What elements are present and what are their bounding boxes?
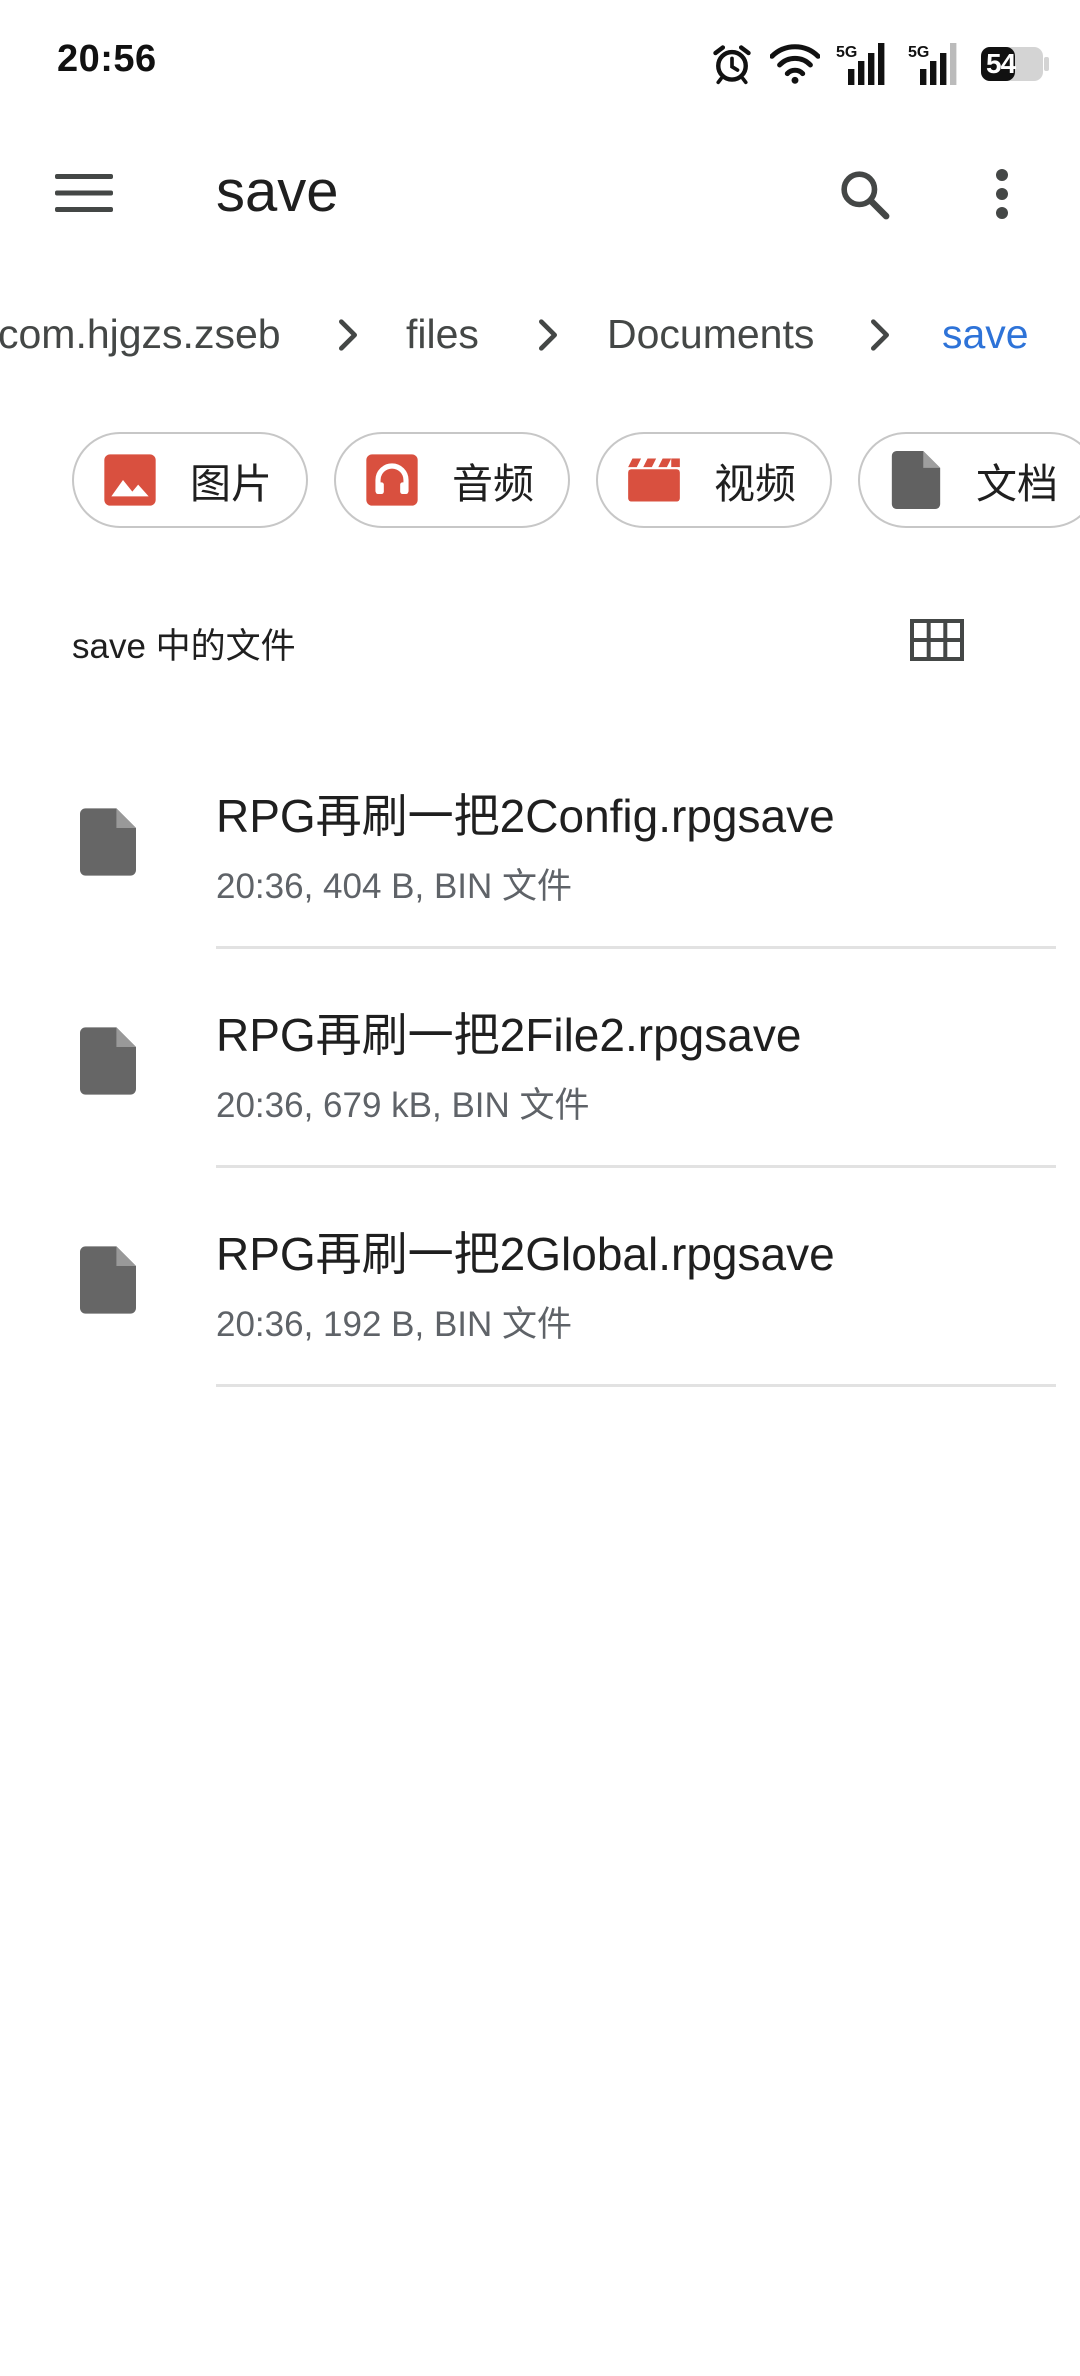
headphones-icon [364, 452, 420, 508]
file-meta: 20:36, 679 kB, BIN 文件 [216, 1086, 590, 1125]
menu-button[interactable] [40, 155, 128, 235]
signal-5g-icon: 5G [908, 41, 964, 87]
file-meta: 20:36, 192 B, BIN 文件 [216, 1305, 573, 1344]
alarm-icon [710, 42, 754, 86]
chevron-right-icon [339, 319, 357, 351]
chip-video[interactable]: 视频 [596, 432, 832, 528]
menu-icon [55, 172, 113, 219]
chip-audio[interactable]: 音频 [334, 432, 570, 528]
grid-view-toggle[interactable] [895, 600, 979, 684]
section-title: save 中的文件 [72, 627, 296, 666]
grid-view-icon [910, 618, 964, 666]
battery-icon: 54 [980, 46, 1050, 82]
list-item[interactable]: RPG再刷一把2File2.rpgsave 20:36, 679 kB, BIN… [0, 949, 1080, 1168]
page-title: save [216, 159, 339, 224]
breadcrumb-item-package[interactable]: com.hjgzs.zseb [0, 311, 281, 358]
breadcrumb: com.hjgzs.zseb files Documents save [0, 295, 1080, 377]
status-bar: 20:56 5G 5G 54 [0, 0, 1080, 130]
list-item[interactable]: RPG再刷一把2Config.rpgsave 20:36, 404 B, BIN… [0, 730, 1080, 949]
category-chips: 图片 音频 视频 文档 [0, 430, 1080, 530]
file-name: RPG再刷一把2Global.rpgsave [216, 1228, 835, 1280]
file-name: RPG再刷一把2Config.rpgsave [216, 790, 835, 842]
battery-level: 54 [986, 48, 1016, 79]
image-icon [102, 452, 158, 508]
file-name: RPG再刷一把2File2.rpgsave [216, 1009, 802, 1061]
video-icon [626, 452, 682, 508]
file-list: RPG再刷一把2Config.rpgsave 20:36, 404 B, BIN… [0, 730, 1080, 1387]
signal-5g-icon: 5G [836, 41, 892, 87]
status-icons: 5G 5G 54 [710, 38, 1050, 90]
chip-label: 图片 [190, 461, 272, 507]
chip-label: 音频 [452, 461, 534, 507]
chip-label: 文档 [976, 461, 1058, 507]
breadcrumb-item-documents[interactable]: Documents [607, 311, 814, 358]
file-meta: 20:36, 404 B, BIN 文件 [216, 867, 573, 906]
status-time: 20:56 [57, 38, 157, 80]
file-icon [80, 1027, 136, 1095]
breadcrumb-item-save[interactable]: save [942, 311, 1029, 358]
wifi-icon [770, 42, 820, 86]
svg-text:5G: 5G [836, 44, 857, 61]
divider [216, 1384, 1056, 1387]
more-options-button[interactable] [958, 152, 1046, 240]
chevron-right-icon [539, 319, 557, 351]
chip-documents[interactable]: 文档 [858, 432, 1080, 528]
app-bar: save [0, 130, 1080, 260]
document-icon [888, 451, 944, 509]
more-vert-icon [994, 168, 1010, 225]
file-icon [80, 808, 136, 876]
file-icon [80, 1246, 136, 1314]
breadcrumb-item-files[interactable]: files [406, 311, 479, 358]
chevron-right-icon [871, 319, 889, 351]
chip-images[interactable]: 图片 [72, 432, 308, 528]
list-item[interactable]: RPG再刷一把2Global.rpgsave 20:36, 192 B, BIN… [0, 1168, 1080, 1387]
chip-label: 视频 [714, 461, 796, 507]
search-icon [836, 166, 892, 227]
svg-text:5G: 5G [908, 44, 929, 61]
search-button[interactable] [820, 152, 908, 240]
